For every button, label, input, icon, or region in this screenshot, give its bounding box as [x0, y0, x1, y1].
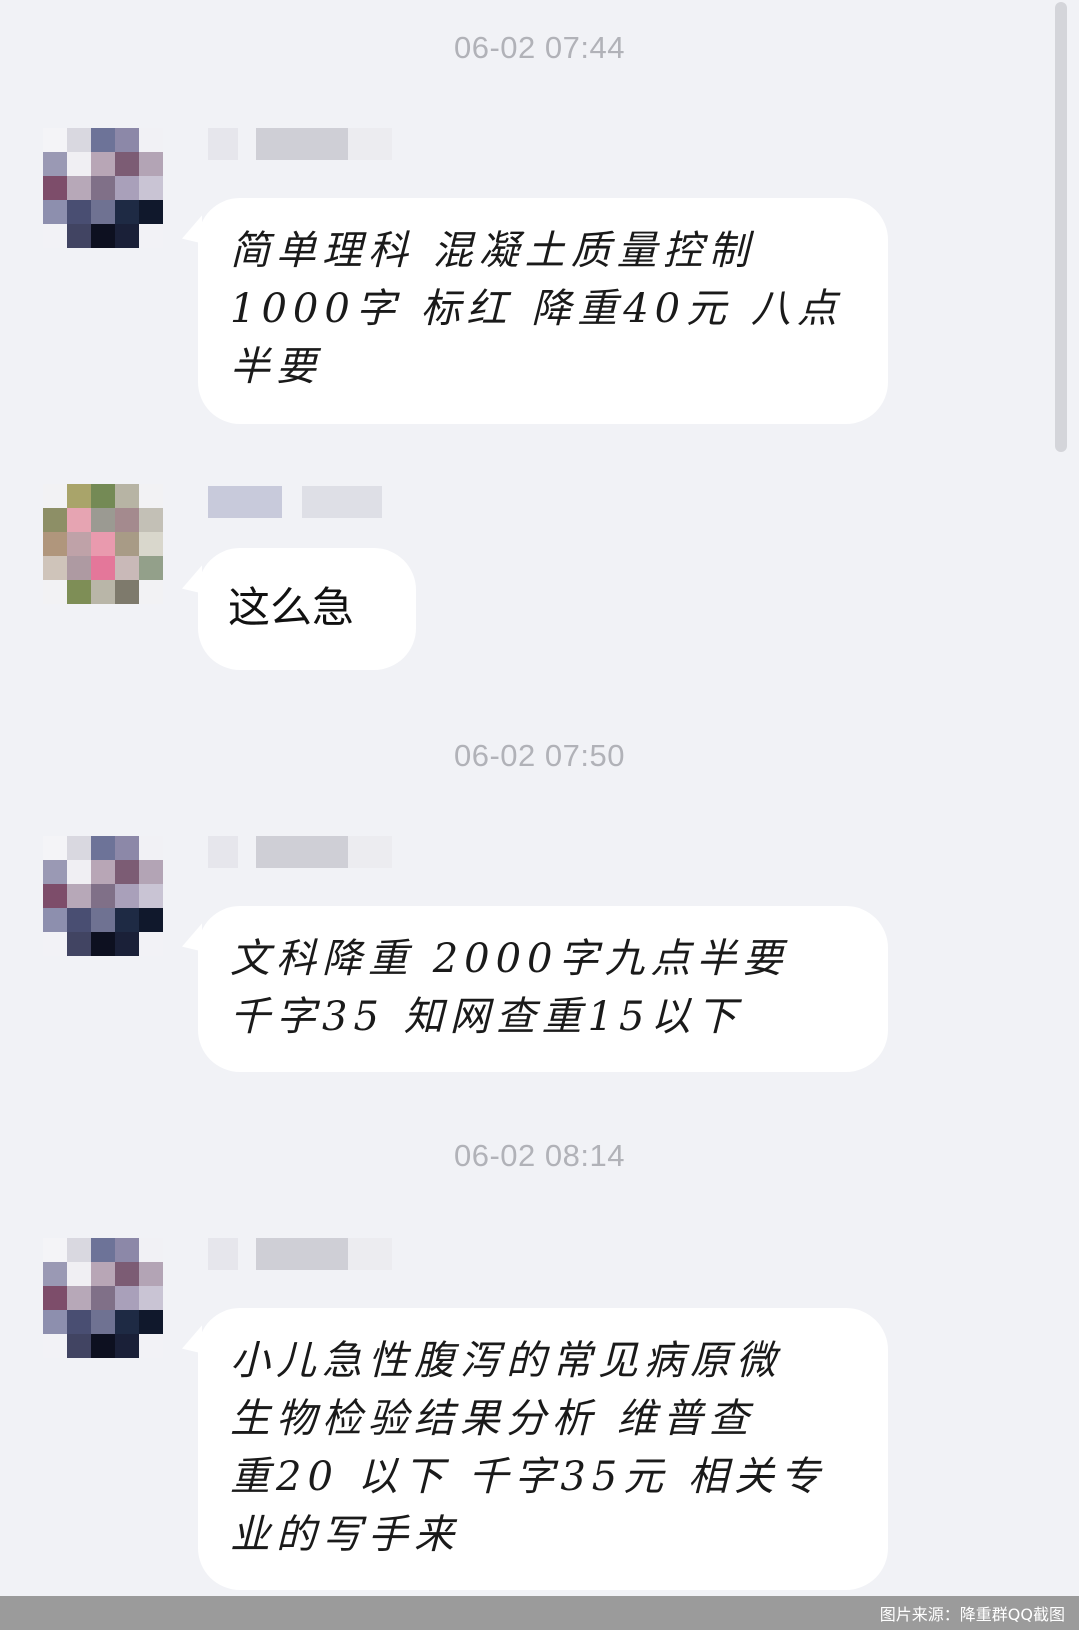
message-text: 小儿急性腹泻的常见病原微 生物检验结果分析 维普查 重20 以下 千字35元 相… — [230, 1338, 826, 1558]
message-text: 简单理科 混凝土质量控制 1000字 标红 降重40元 八点 半要 — [230, 228, 843, 390]
message-bubble[interactable]: 简单理科 混凝土质量控制 1000字 标红 降重40元 八点 半要 — [198, 198, 888, 424]
sender-name-blurred — [208, 836, 408, 868]
timestamp: 06-02 07:50 — [454, 738, 625, 773]
image-credit-text: 图片来源：降重群QQ截图 — [879, 1605, 1065, 1624]
avatar[interactable] — [43, 1238, 163, 1358]
message-bubble[interactable]: 文科降重 2000字九点半要 千字35 知网查重15以下 — [198, 906, 888, 1072]
message-text: 文科降重 2000字九点半要 千字35 知网查重15以下 — [230, 936, 789, 1040]
sender-name-blurred — [208, 486, 408, 518]
image-credit-bar: 图片来源：降重群QQ截图 — [0, 1596, 1079, 1630]
timestamp: 06-02 07:44 — [454, 30, 625, 65]
sender-name-blurred — [208, 1238, 408, 1270]
sender-name-blurred — [208, 128, 408, 160]
avatar[interactable] — [43, 484, 163, 604]
message-bubble[interactable]: 这么急 — [198, 548, 416, 670]
avatar[interactable] — [43, 128, 163, 248]
chat-scrollbar[interactable] — [1055, 2, 1067, 452]
avatar[interactable] — [43, 836, 163, 956]
timestamp: 06-02 08:14 — [454, 1138, 625, 1173]
message-text: 这么急 — [228, 583, 355, 632]
message-bubble[interactable]: 小儿急性腹泻的常见病原微 生物检验结果分析 维普查 重20 以下 千字35元 相… — [198, 1308, 888, 1590]
